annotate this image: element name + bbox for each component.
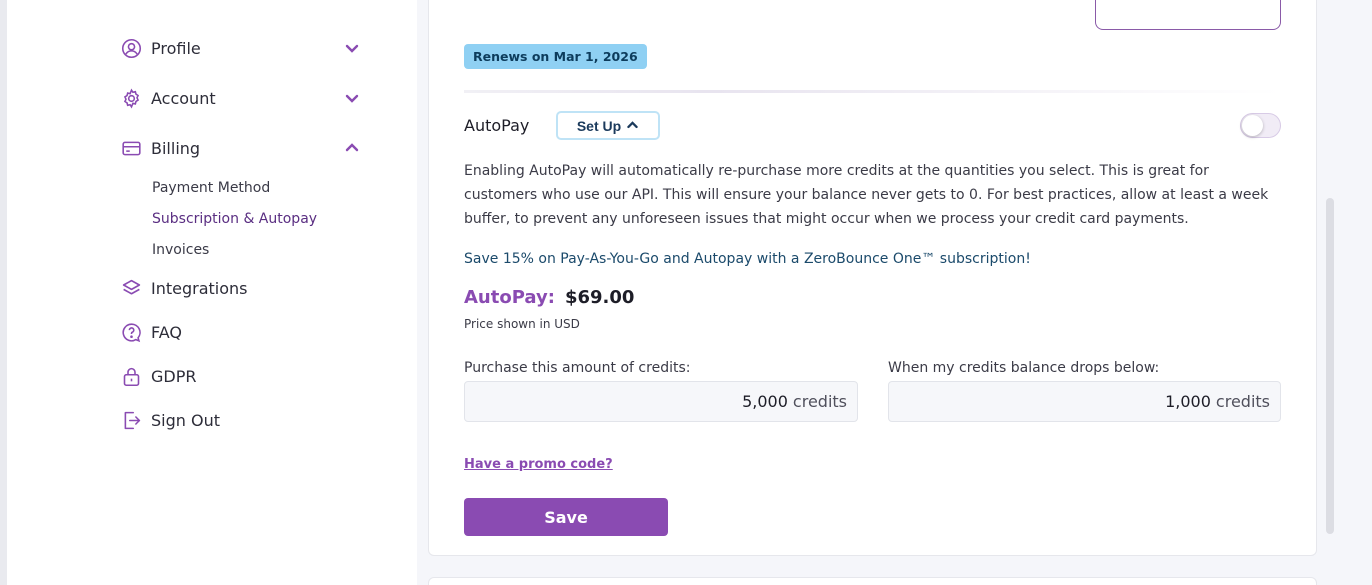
chevron-down-icon[interactable] bbox=[344, 40, 360, 56]
left-edge bbox=[0, 0, 7, 585]
sidebar-item-label: Billing bbox=[151, 138, 201, 158]
sidebar-item-label: FAQ bbox=[151, 322, 182, 342]
autopay-toggle[interactable] bbox=[1240, 113, 1281, 138]
setup-button-label: Set Up bbox=[576, 117, 622, 134]
sidebar-item-sign-out[interactable]: Sign Out bbox=[120, 408, 360, 432]
purchase-amount-input[interactable]: 5,000 credits bbox=[464, 381, 858, 422]
sidebar-subitem-payment-method[interactable]: Payment Method bbox=[152, 180, 270, 196]
sidebar-item-faq[interactable]: FAQ bbox=[120, 320, 360, 344]
sidebar-item-profile[interactable]: Profile bbox=[120, 36, 360, 60]
autopay-card bbox=[428, 0, 1317, 556]
autopay-description: Enabling AutoPay will automatically re-p… bbox=[464, 163, 1269, 227]
scrollbar-thumb[interactable] bbox=[1326, 198, 1334, 534]
sidebar-item-label: Account bbox=[151, 88, 216, 108]
sidebar-item-gdpr[interactable]: GDPR bbox=[120, 364, 360, 388]
price-row: AutoPay: $69.00 bbox=[464, 287, 634, 308]
price-note: Price shown in USD bbox=[464, 317, 580, 331]
promo-code-link[interactable]: Have a promo code? bbox=[464, 457, 613, 472]
chevron-up-icon bbox=[621, 118, 639, 134]
price-value: $69.00 bbox=[564, 287, 635, 308]
sidebar: Profile Account Billing Payment Method S… bbox=[7, 0, 417, 585]
price-label: AutoPay: bbox=[464, 287, 555, 308]
sidebar-subitem-subscription-autopay[interactable]: Subscription & Autopay bbox=[152, 211, 317, 227]
chevron-up-icon[interactable] bbox=[344, 140, 360, 156]
sidebar-item-integrations[interactable]: Integrations bbox=[120, 276, 360, 300]
purchase-amount-value: 5,000 bbox=[742, 392, 788, 411]
save-button[interactable]: Save bbox=[464, 498, 668, 536]
setup-button[interactable]: Set Up bbox=[556, 111, 660, 140]
user-circle-icon bbox=[120, 37, 142, 59]
renews-badge: Renews on Mar 1, 2026 bbox=[464, 44, 647, 69]
sidebar-subitem-invoices[interactable]: Invoices bbox=[152, 242, 209, 258]
sign-out-icon bbox=[120, 409, 142, 431]
toggle-knob bbox=[1242, 115, 1263, 136]
purchase-amount-unit: credits bbox=[792, 392, 847, 411]
threshold-label: When my credits balance drops below: bbox=[888, 360, 1160, 376]
purchase-amount-label: Purchase this amount of credits: bbox=[464, 360, 691, 376]
top-outline-button[interactable] bbox=[1095, 0, 1281, 30]
next-card bbox=[428, 577, 1317, 585]
layers-icon bbox=[120, 277, 142, 299]
sidebar-item-label: GDPR bbox=[151, 366, 197, 386]
threshold-value: 1,000 bbox=[1165, 392, 1211, 411]
section-divider bbox=[464, 90, 1281, 93]
lock-icon bbox=[120, 365, 142, 387]
sidebar-item-label: Profile bbox=[151, 38, 201, 58]
threshold-unit: credits bbox=[1215, 392, 1270, 411]
sidebar-item-billing[interactable]: Billing bbox=[120, 136, 360, 160]
sidebar-item-account[interactable]: Account bbox=[120, 86, 360, 110]
question-bubble-icon bbox=[120, 321, 142, 343]
gear-icon bbox=[120, 87, 142, 109]
sidebar-item-label: Sign Out bbox=[151, 410, 220, 430]
sidebar-item-label: Integrations bbox=[151, 278, 248, 298]
credit-card-icon bbox=[120, 137, 142, 159]
chevron-down-icon[interactable] bbox=[344, 90, 360, 106]
subscription-promo-text: Save 15% on Pay-As-You-Go and Autopay wi… bbox=[464, 251, 1031, 267]
autopay-title: AutoPay bbox=[464, 116, 530, 135]
threshold-input[interactable]: 1,000 credits bbox=[888, 381, 1281, 422]
